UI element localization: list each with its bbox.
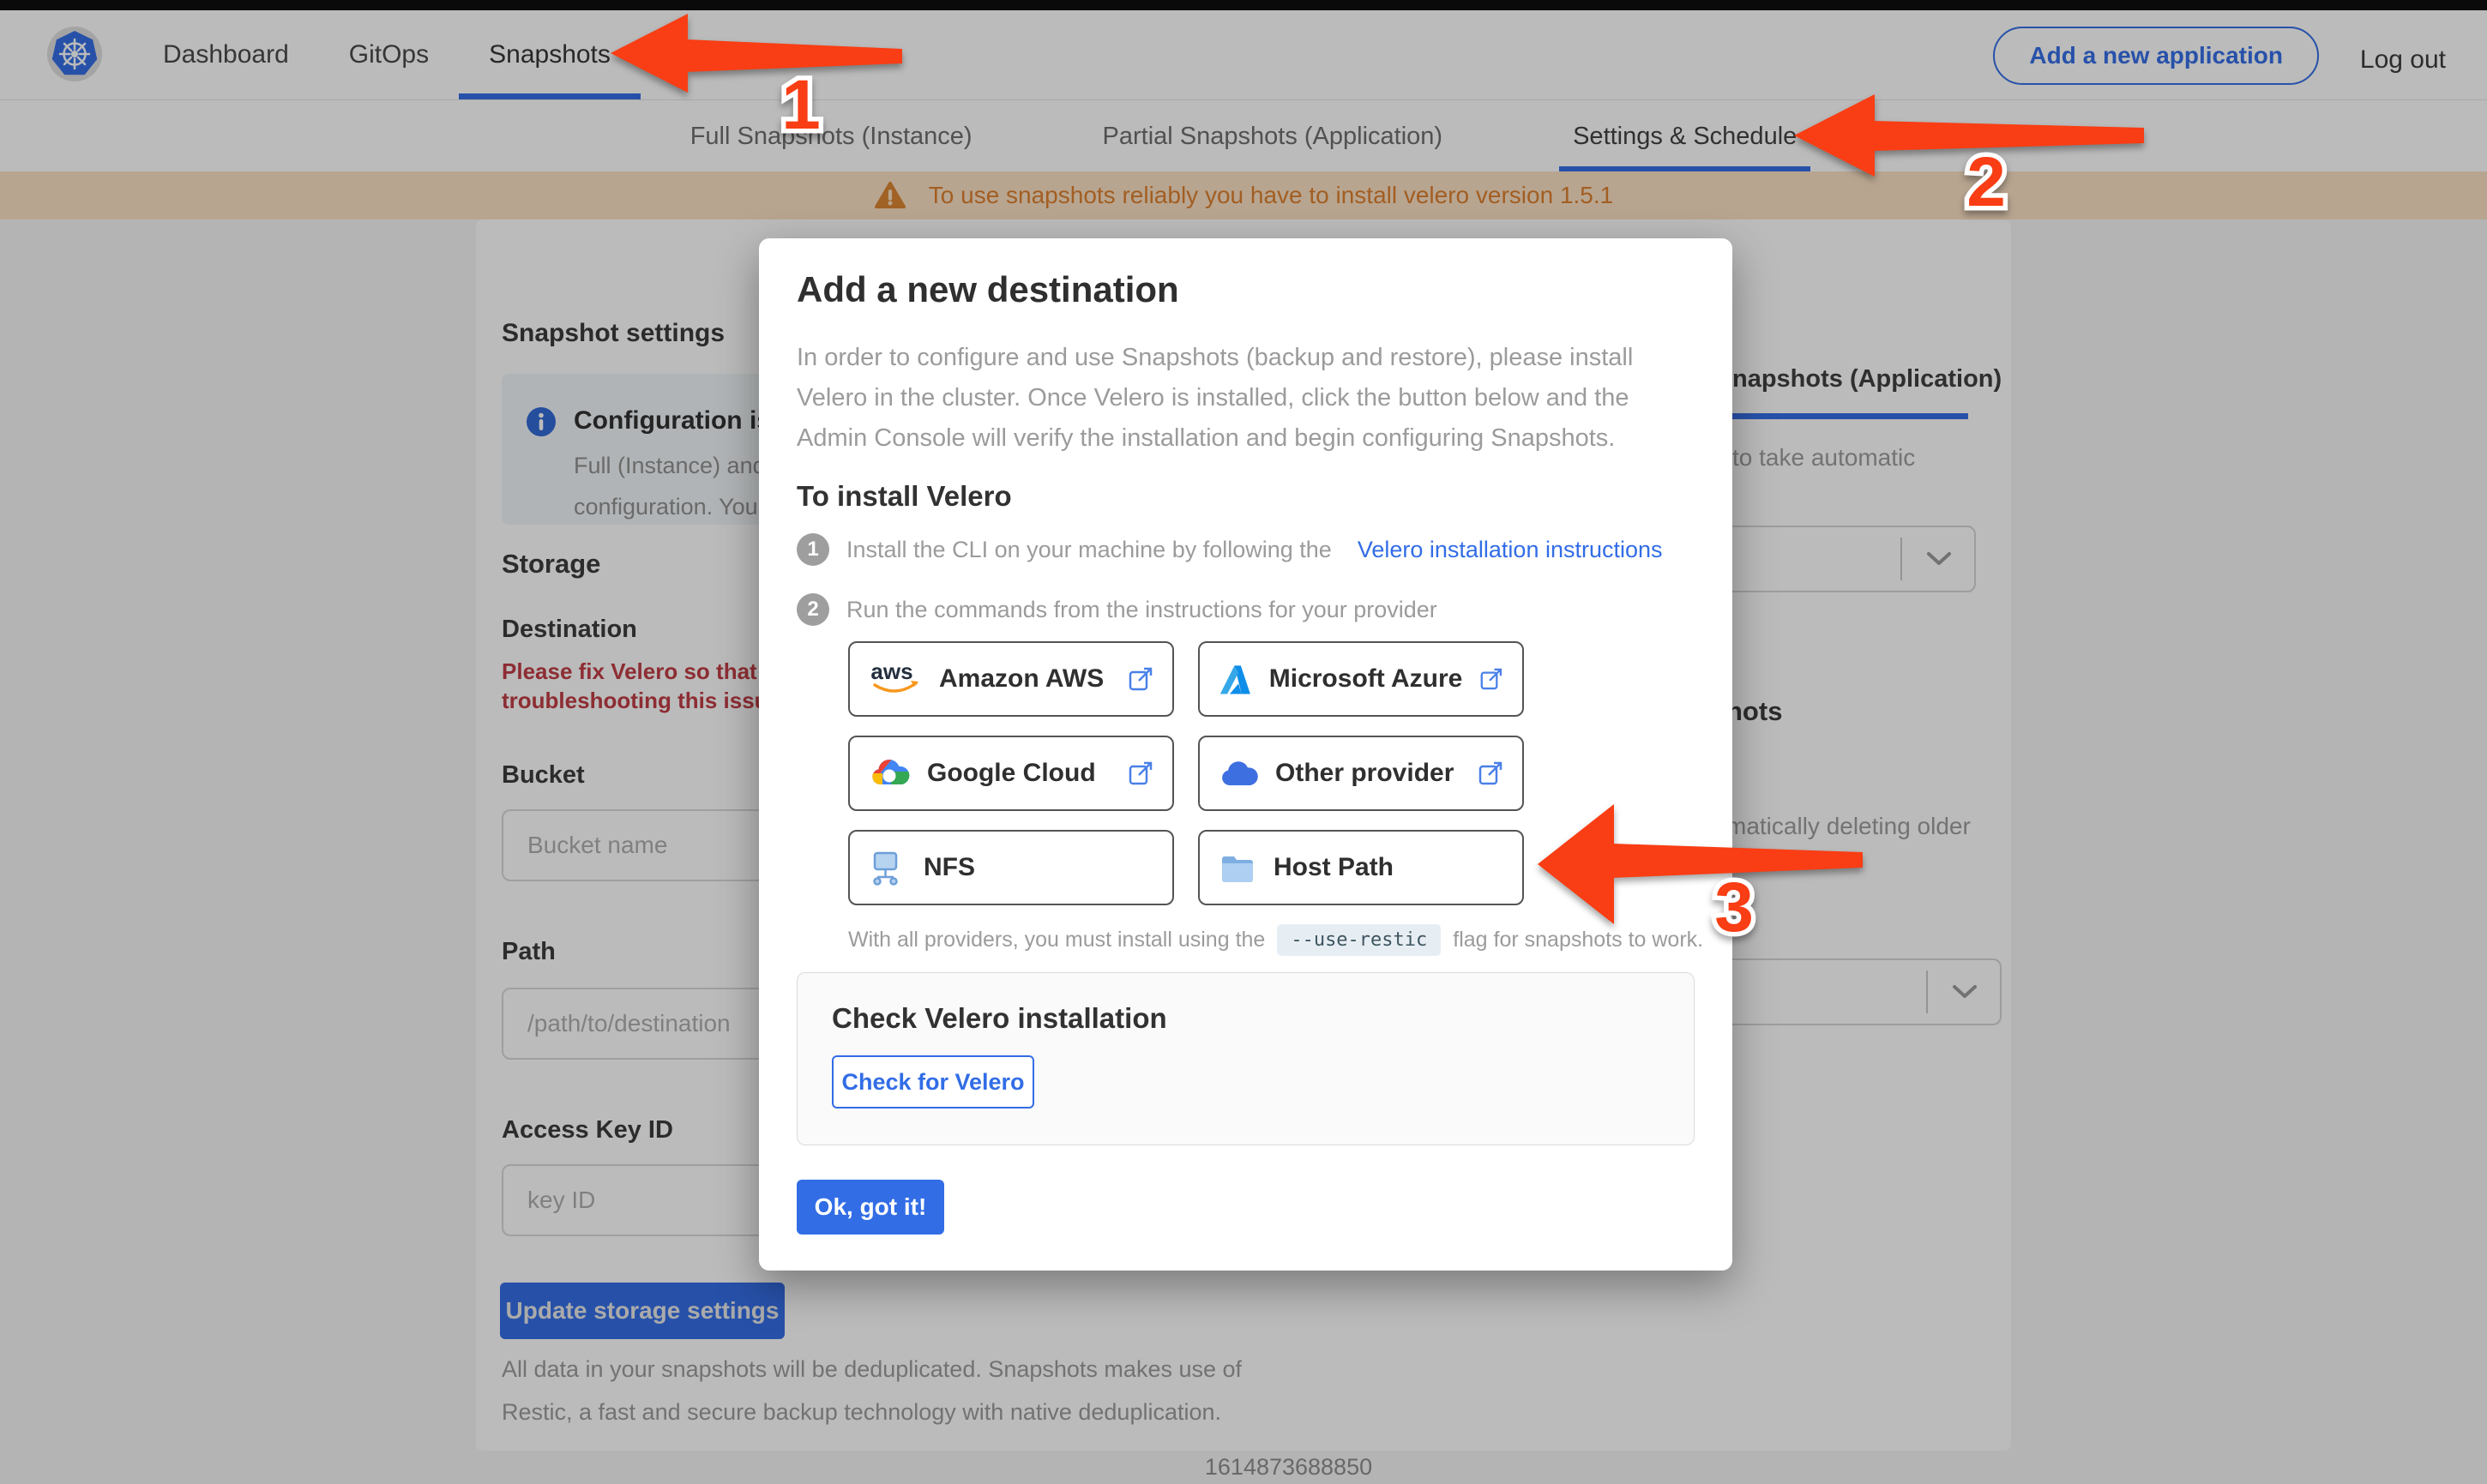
install-step-2: 2 Run the commands from the instructions…	[797, 593, 1437, 626]
restic-note-prefix: With all providers, you must install usi…	[848, 928, 1266, 952]
install-velero-heading: To install Velero	[797, 480, 1012, 512]
restic-note-suffix: flag for snapshots to work.	[1453, 928, 1704, 952]
folder-icon	[1222, 856, 1253, 882]
check-velero-section: Check Velero installation Check for Vele…	[797, 972, 1695, 1145]
provider-label: Google Cloud	[927, 759, 1096, 787]
check-for-velero-button[interactable]: Check for Velero	[832, 1055, 1034, 1108]
check-velero-heading: Check Velero installation	[832, 1002, 1167, 1034]
aws-icon: aws	[870, 660, 918, 693]
external-link-icon	[1129, 667, 1153, 691]
svg-text:aws: aws	[870, 660, 912, 684]
external-link-icon	[1478, 761, 1502, 785]
modal-body-text: In order to configure and use Snapshots …	[797, 344, 1634, 452]
provider-grid: aws Amazon AWS Microsoft Azure Google Cl…	[848, 641, 1524, 905]
step-number-badge: 2	[797, 593, 829, 626]
restic-note: With all providers, you must install usi…	[848, 924, 1703, 956]
provider-label: Other provider	[1275, 759, 1454, 787]
provider-label: NFS	[924, 853, 975, 881]
add-destination-modal: Add a new destination In order to config…	[759, 238, 1732, 1271]
ok-got-it-button[interactable]: Ok, got it!	[797, 1180, 944, 1235]
step-text: Install the CLI on your machine by follo…	[846, 536, 1332, 562]
screen: Dashboard GitOps Snapshots Add a new app…	[0, 0, 2487, 1484]
nfs-icon	[873, 851, 898, 886]
azure-icon	[1219, 665, 1250, 694]
google-cloud-icon	[872, 760, 910, 784]
provider-button-nfs[interactable]: NFS	[848, 830, 1174, 905]
provider-label: Microsoft Azure	[1268, 664, 1463, 693]
provider-button-azure[interactable]: Microsoft Azure	[1198, 641, 1524, 717]
modal-title: Add a new destination	[797, 269, 1179, 309]
cloud-icon	[1222, 761, 1258, 785]
step-number-badge: 1	[797, 533, 829, 566]
install-step-1: 1 Install the CLI on your machine by fol…	[797, 533, 1663, 566]
external-link-icon	[1480, 668, 1502, 690]
external-link-icon	[1129, 761, 1153, 785]
provider-label: Host Path	[1274, 853, 1394, 881]
restic-flag-code: --use-restic	[1277, 924, 1442, 956]
velero-instructions-link[interactable]: Velero installation instructions	[1358, 537, 1663, 563]
step-text: Run the commands from the instructions f…	[846, 596, 1437, 622]
provider-button-other[interactable]: Other provider	[1198, 736, 1524, 811]
provider-button-aws[interactable]: aws Amazon AWS	[848, 641, 1174, 717]
provider-label: Amazon AWS	[939, 664, 1105, 693]
provider-button-host-path[interactable]: Host Path	[1198, 830, 1524, 905]
provider-button-google-cloud[interactable]: Google Cloud	[848, 736, 1174, 811]
